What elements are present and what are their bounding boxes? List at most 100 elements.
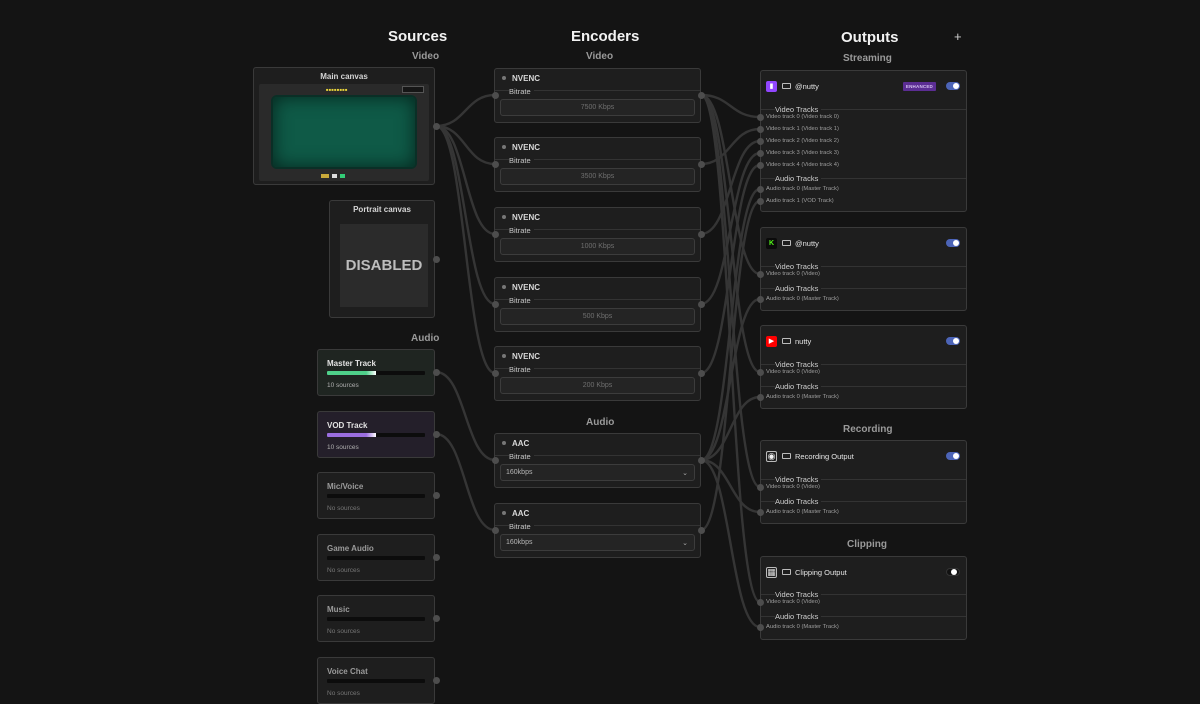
output-enable-toggle[interactable] — [946, 82, 960, 90]
video-track-row: Video track 3 (Video track 3) — [766, 150, 839, 156]
output-enable-toggle[interactable] — [946, 337, 960, 345]
video-encoder-card[interactable]: NVENC Bitrate 1000 Kbps — [494, 207, 701, 262]
audio-track-row: Audio track 1 (VOD Track) — [766, 198, 834, 204]
output-enable-toggle[interactable] — [946, 239, 960, 247]
encoder-output-port[interactable] — [697, 526, 705, 534]
video-track-input-port[interactable] — [756, 125, 764, 133]
audio-track-input-port[interactable] — [756, 197, 764, 205]
encoder-output-port[interactable] — [697, 369, 705, 377]
audio-track-input-port[interactable] — [756, 508, 764, 516]
output-card-youtube[interactable]: ▶ nutty Video Tracks Video track 0 (Video) A… — [760, 325, 967, 409]
video-track-input-port[interactable] — [756, 270, 764, 278]
portrait-canvas-card[interactable]: Portrait canvas DISABLED — [329, 200, 435, 318]
encoder-status-dot — [502, 441, 506, 445]
video-track-input-port[interactable] — [756, 368, 764, 376]
audio-track-input-port[interactable] — [756, 185, 764, 193]
main-canvas-card[interactable]: Main canvas ■■■■■■■■ — [253, 67, 435, 185]
audio-level-meter — [327, 371, 425, 375]
bitrate-select[interactable]: 160kbps ⌄ — [500, 464, 695, 481]
video-track-input-port[interactable] — [756, 137, 764, 145]
preview-logo: ■■■■■■■■ — [326, 87, 348, 92]
encoder-input-port[interactable] — [491, 369, 499, 377]
encoder-status-dot — [502, 511, 506, 515]
audio-track-card[interactable]: Mic/Voice No sources — [317, 472, 435, 519]
encoder-output-port[interactable] — [697, 300, 705, 308]
encoder-output-port[interactable] — [697, 230, 705, 238]
output-card-kick[interactable]: K @nutty Video Tracks Video track 0 (Video)… — [760, 227, 967, 311]
encoder-input-port[interactable] — [491, 456, 499, 464]
encoder-output-port[interactable] — [697, 160, 705, 168]
sources-title: Sources — [388, 28, 448, 45]
video-track-input-port[interactable] — [756, 598, 764, 606]
video-encoder-card[interactable]: NVENC Bitrate 7500 Kbps — [494, 68, 701, 123]
encoder-output-port[interactable] — [697, 91, 705, 99]
output-enable-toggle[interactable] — [946, 452, 960, 460]
bitrate-input[interactable]: 3500 Kbps — [500, 168, 695, 185]
output-enable-toggle[interactable] — [946, 568, 960, 576]
video-tracks-label: Video Tracks — [775, 475, 822, 484]
audio-encoder-card[interactable]: AAC Bitrate 160kbps ⌄ — [494, 503, 701, 558]
bitrate-label: Bitrate — [509, 522, 534, 531]
audio-track-output-port[interactable] — [432, 614, 440, 622]
audio-track-name: Voice Chat — [327, 667, 368, 676]
encoder-input-port[interactable] — [491, 160, 499, 168]
portrait-canvas-output-port[interactable] — [432, 255, 440, 263]
bitrate-select[interactable]: 160kbps ⌄ — [500, 534, 695, 551]
youtube-logo-icon: ▶ — [766, 335, 777, 347]
audio-track-input-port[interactable] — [756, 393, 764, 401]
audio-track-input-port[interactable] — [756, 295, 764, 303]
audio-track-output-port[interactable] — [432, 553, 440, 561]
video-track-input-port[interactable] — [756, 113, 764, 121]
portrait-canvas-preview: DISABLED — [340, 224, 428, 307]
audio-tracks-label: Audio Tracks — [775, 382, 822, 391]
encoder-input-port[interactable] — [491, 91, 499, 99]
kick-logo-icon: K — [766, 237, 777, 249]
audio-track-card[interactable]: VOD Track 10 sources — [317, 411, 435, 458]
audio-track-input-port[interactable] — [756, 623, 764, 631]
encoder-name: AAC — [512, 439, 530, 448]
audio-track-card[interactable]: Voice Chat No sources — [317, 657, 435, 704]
encoder-output-port[interactable] — [697, 456, 705, 464]
audio-level-meter — [327, 617, 425, 621]
outputs-title: Outputs — [841, 29, 899, 46]
audio-track-output-port[interactable] — [432, 368, 440, 376]
audio-track-row: Audio track 0 (Master Track) — [766, 509, 839, 515]
connection-wire — [700, 127, 761, 166]
bitrate-input[interactable]: 200 Kbps — [500, 377, 695, 394]
bitrate-label: Bitrate — [509, 452, 534, 461]
add-output-button[interactable]: + — [954, 29, 962, 44]
record-icon: ◉ — [766, 450, 777, 462]
preview-badge — [402, 86, 424, 93]
encoder-input-port[interactable] — [491, 230, 499, 238]
connection-wire — [700, 93, 761, 276]
audio-track-card[interactable]: Music No sources — [317, 595, 435, 642]
bitrate-input[interactable]: 1000 Kbps — [500, 238, 695, 255]
encoder-input-port[interactable] — [491, 300, 499, 308]
output-card-twitch[interactable]: ▮ @nutty ENHANCED Video Tracks Video track 0… — [760, 70, 967, 212]
encoder-input-port[interactable] — [491, 526, 499, 534]
audio-encoder-card[interactable]: AAC Bitrate 160kbps ⌄ — [494, 433, 701, 488]
video-track-input-port[interactable] — [756, 483, 764, 491]
audio-track-output-port[interactable] — [432, 676, 440, 684]
audio-track-card[interactable]: Master Track 10 sources — [317, 349, 435, 396]
audio-track-output-port[interactable] — [432, 491, 440, 499]
output-card-clipping[interactable]: ▦ Clipping Output Video Tracks Video track … — [760, 556, 967, 640]
output-card-recording[interactable]: ◉ Recording Output Video Tracks Video track… — [760, 440, 967, 524]
audio-tracks-label: Audio Tracks — [775, 284, 822, 293]
audio-track-output-port[interactable] — [432, 430, 440, 438]
main-canvas-output-port[interactable] — [432, 122, 440, 130]
connection-wire — [700, 151, 761, 306]
chevron-down-icon: ⌄ — [682, 469, 688, 477]
video-encoder-card[interactable]: NVENC Bitrate 3500 Kbps — [494, 137, 701, 192]
connection-wire — [700, 187, 761, 462]
bitrate-input[interactable]: 500 Kbps — [500, 308, 695, 325]
audio-tracks-label: Audio Tracks — [775, 497, 822, 506]
audio-level-meter — [327, 556, 425, 560]
video-track-input-port[interactable] — [756, 161, 764, 169]
connection-wire — [700, 93, 761, 374]
bitrate-input[interactable]: 7500 Kbps — [500, 99, 695, 116]
video-track-input-port[interactable] — [756, 149, 764, 157]
video-encoder-card[interactable]: NVENC Bitrate 500 Kbps — [494, 277, 701, 332]
audio-track-card[interactable]: Game Audio No sources — [317, 534, 435, 581]
video-encoder-card[interactable]: NVENC Bitrate 200 Kbps — [494, 346, 701, 401]
